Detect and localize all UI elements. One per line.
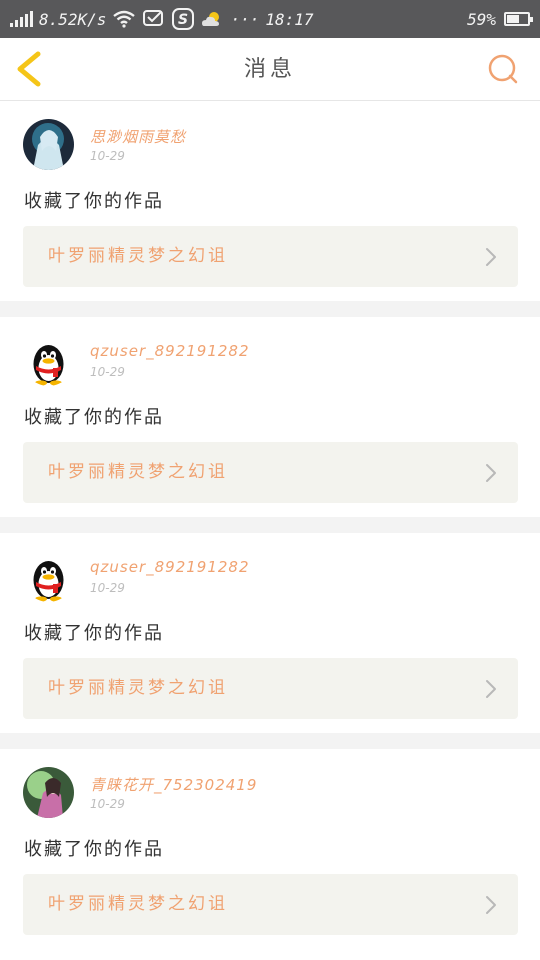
action-text: 收藏了你的作品 — [24, 407, 164, 428]
timestamp: 10-29 — [90, 581, 125, 595]
wifi-icon — [113, 10, 136, 28]
message-list: 思渺烟雨莫愁 10-29 收藏了你的作品 叶罗丽精灵梦之幻诅 qzuser_89… — [0, 101, 540, 949]
message-card: 青睐花开_752302419 10-29 收藏了你的作品 叶罗丽精灵梦之幻诅 — [0, 749, 540, 949]
username[interactable]: qzuser_892191282 — [90, 558, 250, 576]
username[interactable]: qzuser_892191282 — [90, 342, 250, 360]
message-card: qzuser_892191282 10-29 收藏了你的作品 叶罗丽精灵梦之幻诅 — [0, 317, 540, 517]
timestamp: 10-29 — [90, 797, 125, 811]
list-divider — [0, 517, 540, 533]
status-bar: 8.52K/s S ··· 18:17 59% — [0, 0, 540, 38]
action-text: 收藏了你的作品 — [24, 839, 164, 860]
anime-avatar — [23, 119, 74, 170]
signal-icon — [10, 11, 33, 27]
battery-icon — [504, 12, 533, 26]
network-speed: 8.52K/s — [39, 9, 107, 29]
action-text: 收藏了你的作品 — [24, 191, 164, 212]
timestamp: 10-29 — [90, 149, 125, 163]
penguin-avatar — [23, 335, 74, 386]
message-card: 思渺烟雨莫愁 10-29 收藏了你的作品 叶罗丽精灵梦之幻诅 — [0, 101, 540, 301]
work-link[interactable]: 叶罗丽精灵梦之幻诅 — [23, 442, 518, 503]
nav-bar: 消息 — [0, 38, 540, 101]
timestamp: 10-29 — [90, 365, 125, 379]
weather-icon — [202, 12, 220, 26]
battery-fill — [507, 15, 519, 23]
work-title: 叶罗丽精灵梦之幻诅 — [48, 678, 228, 698]
avatar[interactable] — [23, 551, 74, 602]
penguin-avatar — [23, 551, 74, 602]
work-title: 叶罗丽精灵梦之幻诅 — [48, 462, 228, 482]
message-card: qzuser_892191282 10-29 收藏了你的作品 叶罗丽精灵梦之幻诅 — [0, 533, 540, 733]
chevron-right-icon — [486, 464, 496, 482]
username[interactable]: 思渺烟雨莫愁 — [90, 126, 186, 147]
avatar[interactable] — [23, 119, 74, 170]
chevron-right-icon — [486, 896, 496, 914]
work-title: 叶罗丽精灵梦之幻诅 — [48, 894, 228, 914]
username[interactable]: 青睐花开_752302419 — [90, 774, 257, 795]
list-divider — [0, 733, 540, 749]
chevron-right-icon — [486, 680, 496, 698]
chevron-right-icon — [486, 248, 496, 266]
anime-avatar — [23, 767, 74, 818]
work-link[interactable]: 叶罗丽精灵梦之幻诅 — [23, 874, 518, 935]
message-icon — [143, 10, 164, 26]
work-link[interactable]: 叶罗丽精灵梦之幻诅 — [23, 658, 518, 719]
page-title: 消息 — [243, 57, 296, 82]
search-icon[interactable] — [486, 52, 520, 86]
svg-text:S: S — [178, 12, 188, 28]
clock: 18:17 — [265, 9, 314, 29]
list-divider — [0, 301, 540, 317]
s-icon: S — [172, 8, 195, 30]
work-title: 叶罗丽精灵梦之幻诅 — [48, 246, 228, 266]
avatar[interactable] — [23, 767, 74, 818]
more-icon: ··· — [230, 9, 260, 29]
avatar[interactable] — [23, 335, 74, 386]
action-text: 收藏了你的作品 — [24, 623, 164, 644]
work-link[interactable]: 叶罗丽精灵梦之幻诅 — [23, 226, 518, 287]
battery-percent: 59% — [467, 9, 496, 29]
